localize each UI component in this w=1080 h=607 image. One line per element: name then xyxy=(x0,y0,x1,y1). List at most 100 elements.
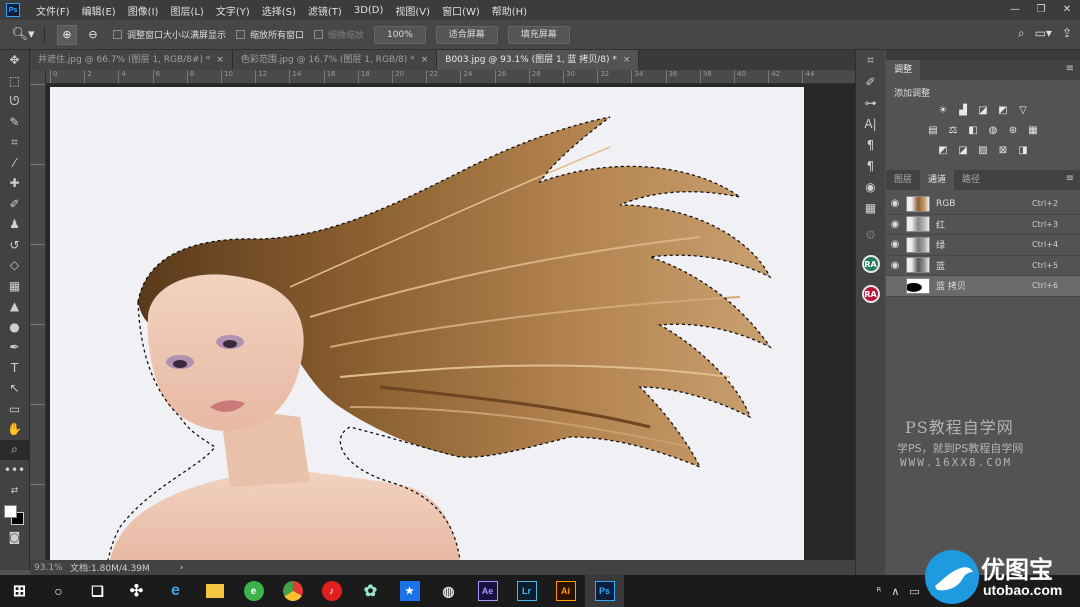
plugin-ra-red-icon[interactable]: RA xyxy=(861,285,880,303)
zoom-tool-icon[interactable]: ⌕ xyxy=(0,439,29,460)
layer-comps-icon[interactable]: ◉ xyxy=(856,176,885,197)
threshold-icon[interactable]: ▨ xyxy=(976,144,990,156)
menu-view[interactable]: 视图(V) xyxy=(389,3,436,18)
glyphs-panel-icon[interactable]: ¶ xyxy=(856,155,885,176)
menu-filter[interactable]: 滤镜(T) xyxy=(302,3,348,18)
lasso-tool-icon[interactable]: ᘎ xyxy=(0,91,29,112)
workspace-icon[interactable]: ▭▾ xyxy=(1035,26,1052,41)
paragraph-panel-icon[interactable]: ¶ xyxy=(856,134,885,155)
photoshop-taskbar-icon[interactable]: Ps xyxy=(585,575,624,607)
illustrator-icon[interactable]: Ai xyxy=(546,575,585,607)
swap-colors-icon[interactable]: ⇄ xyxy=(0,481,29,502)
healing-brush-tool-icon[interactable]: ✚ xyxy=(0,173,29,194)
file-explorer-icon[interactable] xyxy=(195,575,234,607)
canvas-area[interactable] xyxy=(46,84,855,560)
more-tools-icon[interactable]: ••• xyxy=(0,460,29,481)
menu-3d[interactable]: 3D(D) xyxy=(348,5,390,16)
close-icon[interactable]: × xyxy=(623,50,631,70)
tab-adjustments[interactable]: 调整 xyxy=(886,60,921,80)
tab-document-3[interactable]: B003.jpg @ 93.1% (图层 1, 蓝 拷贝/8) * × xyxy=(437,50,640,70)
quick-selection-tool-icon[interactable]: ✎ xyxy=(0,112,29,133)
brush-panel-icon[interactable]: ✐ xyxy=(856,71,885,92)
selective-color-icon[interactable]: ⊠ xyxy=(996,144,1010,156)
vertical-ruler[interactable] xyxy=(30,70,46,560)
lightroom-icon[interactable]: Lr xyxy=(507,575,546,607)
app-logo[interactable]: Ps xyxy=(6,3,20,17)
eyedropper-tool-icon[interactable]: ⁄ xyxy=(0,153,29,174)
channel-row-blue-copy[interactable]: 蓝 拷贝 Ctrl+6 xyxy=(886,276,1080,297)
tab-document-1[interactable]: 并遮住.jpg @ 66.7% (图层 1, RGB/8#) * × xyxy=(30,50,233,70)
tool-presets-icon[interactable]: ⊶ xyxy=(856,92,885,113)
horizontal-ruler[interactable]: 0 2 4 6 8 10 12 14 16 18 20 22 24 26 28 30 32 34 36 38 40 42 4… xyxy=(46,70,855,84)
color-balance-icon[interactable]: ⚖ xyxy=(946,124,960,136)
battery-icon[interactable]: ▭ xyxy=(909,585,919,598)
marquee-tool-icon[interactable]: ⬚ xyxy=(0,71,29,92)
menu-file[interactable]: 文件(F) xyxy=(30,3,76,18)
photo-filter-icon[interactable]: ◍ xyxy=(986,124,1000,136)
black-white-icon[interactable]: ◧ xyxy=(966,124,980,136)
eraser-tool-icon[interactable]: ◇ xyxy=(0,255,29,276)
brush-tool-icon[interactable]: ✐ xyxy=(0,194,29,215)
panel-menu-icon[interactable]: ≡ xyxy=(1066,63,1074,74)
exposure-icon[interactable]: ◩ xyxy=(996,104,1010,116)
channel-mixer-icon[interactable]: ⊛ xyxy=(1006,124,1020,136)
move-tool-icon[interactable]: ✥ xyxy=(0,50,29,71)
menu-window[interactable]: 窗口(W) xyxy=(436,3,486,18)
close-icon[interactable]: × xyxy=(421,50,429,70)
menu-select[interactable]: 选择(S) xyxy=(256,3,302,18)
rectangle-tool-icon[interactable]: ▭ xyxy=(0,399,29,420)
fill-screen-button[interactable]: 填充屏幕 xyxy=(507,25,570,44)
scrubby-zoom-checkbox[interactable]: 细微缩放 xyxy=(314,28,364,41)
channel-row-blue[interactable]: ◉ 蓝 Ctrl+5 xyxy=(886,256,1080,276)
path-selection-tool-icon[interactable]: ↖ xyxy=(0,378,29,399)
document-canvas[interactable] xyxy=(50,87,804,560)
pinwheel-app-icon[interactable]: ✣ xyxy=(117,575,156,607)
search-icon[interactable]: ⌕ xyxy=(1018,26,1025,41)
menu-image[interactable]: 图像(I) xyxy=(122,3,165,18)
clone-stamp-tool-icon[interactable]: ♟ xyxy=(0,214,29,235)
visibility-eye-icon[interactable]: ◉ xyxy=(886,239,904,250)
menu-type[interactable]: 文字(Y) xyxy=(210,3,256,18)
invert-icon[interactable]: ◩ xyxy=(936,144,950,156)
quick-mask-icon[interactable]: ◙ xyxy=(0,527,29,548)
brightness-icon[interactable]: ☀ xyxy=(936,104,950,116)
zoom-100-button[interactable]: 100% xyxy=(374,25,426,44)
menu-edit[interactable]: 编辑(E) xyxy=(76,3,122,18)
tab-channels[interactable]: 通道 xyxy=(920,170,955,190)
ie-browser-icon[interactable]: e xyxy=(156,575,195,607)
tab-document-2[interactable]: 色彩范围.jpg @ 16.7% (图层 1, RGB/8) * × xyxy=(232,50,438,70)
minimize-button[interactable]: — xyxy=(1002,0,1028,20)
crop-tool-icon[interactable]: ⌗ xyxy=(0,132,29,153)
tab-layers[interactable]: 图层 xyxy=(886,170,920,190)
gradient-map-icon[interactable]: ◨ xyxy=(1016,144,1030,156)
plugin-ra-green-icon[interactable]: RA xyxy=(861,255,880,273)
zoom-level[interactable]: 93.1% xyxy=(30,563,66,573)
color-swatches[interactable] xyxy=(0,501,29,527)
channel-row-green[interactable]: ◉ 绿 Ctrl+4 xyxy=(886,235,1080,256)
posterize-icon[interactable]: ◪ xyxy=(956,144,970,156)
start-button[interactable]: ⊞ xyxy=(0,575,39,607)
history-panel-icon[interactable]: ⌗ xyxy=(856,50,885,71)
blur-tool-icon[interactable]: ▲ xyxy=(0,296,29,317)
flower-app-icon[interactable]: ✿ xyxy=(351,575,390,607)
tray-expand-icon[interactable]: ∧ xyxy=(891,585,899,598)
resize-windows-checkbox[interactable]: 调整窗口大小以满屏显示 xyxy=(113,28,226,41)
grid-panel-icon[interactable]: ▦ xyxy=(856,197,885,218)
wechat-icon[interactable]: ◍ xyxy=(429,575,468,607)
history-brush-tool-icon[interactable]: ↺ xyxy=(0,235,29,256)
close-icon[interactable]: × xyxy=(216,50,224,70)
visibility-eye-icon[interactable]: ◉ xyxy=(886,260,904,271)
character-panel-icon[interactable]: A| xyxy=(856,113,885,134)
search-icon[interactable]: ○ xyxy=(39,575,78,607)
vibrance-icon[interactable]: ▽ xyxy=(1016,104,1030,116)
fit-screen-button[interactable]: 适合屏幕 xyxy=(435,25,498,44)
share-icon[interactable]: ⇪ xyxy=(1062,26,1072,41)
restore-button[interactable]: ❐ xyxy=(1028,0,1054,20)
panel-menu-icon[interactable]: ≡ xyxy=(1066,173,1074,184)
gradient-tool-icon[interactable]: ▦ xyxy=(0,276,29,297)
task-view-icon[interactable]: ❑ xyxy=(78,575,117,607)
channel-row-red[interactable]: ◉ 红 Ctrl+3 xyxy=(886,215,1080,235)
curves-icon[interactable]: ◪ xyxy=(976,104,990,116)
foreground-color-swatch[interactable] xyxy=(4,505,17,518)
netease-music-icon[interactable]: ♪ xyxy=(312,575,351,607)
